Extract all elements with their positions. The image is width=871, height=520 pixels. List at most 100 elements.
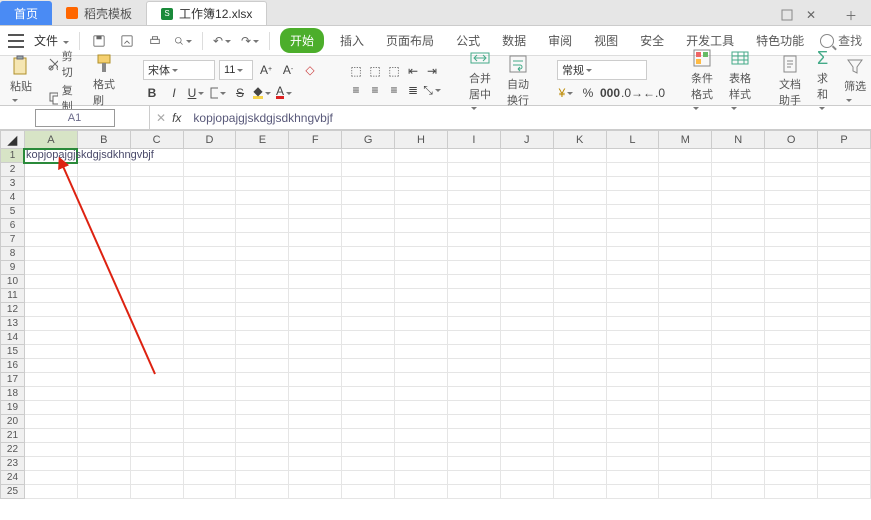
cell-H8[interactable]: [395, 247, 448, 261]
cell-I23[interactable]: [447, 457, 500, 471]
cell-D14[interactable]: [183, 331, 236, 345]
cell-F15[interactable]: [289, 345, 342, 359]
cell-C23[interactable]: [130, 457, 183, 471]
cell-I6[interactable]: [447, 219, 500, 233]
cell-J25[interactable]: [500, 485, 553, 499]
cell-K4[interactable]: [553, 191, 606, 205]
cell-O9[interactable]: [765, 261, 818, 275]
conditional-format-button[interactable]: 条件格式: [687, 47, 717, 114]
cell-K1[interactable]: [553, 149, 606, 163]
ribbon-tab-6[interactable]: 视图: [588, 28, 624, 53]
cell-P9[interactable]: [818, 261, 871, 275]
cell-P18[interactable]: [818, 387, 871, 401]
cell-O1[interactable]: [765, 149, 818, 163]
cell-L15[interactable]: [606, 345, 659, 359]
decrease-decimal-icon[interactable]: ←.0: [645, 84, 663, 102]
cell-A16[interactable]: [24, 359, 77, 373]
align-middle-icon[interactable]: ⬚: [366, 62, 384, 80]
fx-icon[interactable]: fx: [172, 111, 181, 125]
cell-N2[interactable]: [712, 163, 765, 177]
col-header-M[interactable]: M: [659, 131, 712, 149]
italic-button[interactable]: I: [165, 84, 183, 102]
name-box-input[interactable]: [35, 109, 115, 127]
cell-M4[interactable]: [659, 191, 712, 205]
cell-N6[interactable]: [712, 219, 765, 233]
save-as-icon[interactable]: [118, 32, 136, 50]
cell-L12[interactable]: [606, 303, 659, 317]
cell-E11[interactable]: [236, 289, 289, 303]
cell-E20[interactable]: [236, 415, 289, 429]
cell-A23[interactable]: [24, 457, 77, 471]
cell-G24[interactable]: [342, 471, 395, 485]
cell-C14[interactable]: [130, 331, 183, 345]
cell-L17[interactable]: [606, 373, 659, 387]
col-header-L[interactable]: L: [606, 131, 659, 149]
increase-decimal-icon[interactable]: .0→: [623, 84, 641, 102]
cell-I5[interactable]: [447, 205, 500, 219]
cell-E23[interactable]: [236, 457, 289, 471]
cell-M2[interactable]: [659, 163, 712, 177]
row-header-8[interactable]: 8: [1, 247, 25, 261]
cell-F2[interactable]: [289, 163, 342, 177]
cell-A7[interactable]: [24, 233, 77, 247]
cell-M18[interactable]: [659, 387, 712, 401]
cell-B15[interactable]: [77, 345, 130, 359]
cell-B9[interactable]: [77, 261, 130, 275]
tab-workbook[interactable]: S 工作簿12.xlsx: [146, 1, 267, 25]
cell-N1[interactable]: [712, 149, 765, 163]
cell-A10[interactable]: [24, 275, 77, 289]
cell-M11[interactable]: [659, 289, 712, 303]
cell-H21[interactable]: [395, 429, 448, 443]
cell-O4[interactable]: [765, 191, 818, 205]
cell-C6[interactable]: [130, 219, 183, 233]
cell-D18[interactable]: [183, 387, 236, 401]
cell-H5[interactable]: [395, 205, 448, 219]
cell-G18[interactable]: [342, 387, 395, 401]
cell-G2[interactable]: [342, 163, 395, 177]
filter-button[interactable]: 筛选: [840, 55, 870, 106]
cell-C3[interactable]: [130, 177, 183, 191]
cell-A9[interactable]: [24, 261, 77, 275]
col-header-K[interactable]: K: [553, 131, 606, 149]
cell-J5[interactable]: [500, 205, 553, 219]
cell-A3[interactable]: [24, 177, 77, 191]
cell-C22[interactable]: [130, 443, 183, 457]
cell-P6[interactable]: [818, 219, 871, 233]
cell-E22[interactable]: [236, 443, 289, 457]
cell-N5[interactable]: [712, 205, 765, 219]
cell-I22[interactable]: [447, 443, 500, 457]
cell-G10[interactable]: [342, 275, 395, 289]
cell-O18[interactable]: [765, 387, 818, 401]
cell-H11[interactable]: [395, 289, 448, 303]
cell-D21[interactable]: [183, 429, 236, 443]
undo-icon[interactable]: ↶: [213, 32, 231, 50]
cell-P10[interactable]: [818, 275, 871, 289]
cell-D19[interactable]: [183, 401, 236, 415]
cell-K17[interactable]: [553, 373, 606, 387]
cell-D17[interactable]: [183, 373, 236, 387]
cell-H2[interactable]: [395, 163, 448, 177]
cell-D2[interactable]: [183, 163, 236, 177]
cell-H12[interactable]: [395, 303, 448, 317]
cell-E15[interactable]: [236, 345, 289, 359]
ribbon-tab-5[interactable]: 审阅: [542, 28, 578, 53]
cell-I18[interactable]: [447, 387, 500, 401]
cell-B19[interactable]: [77, 401, 130, 415]
cell-E19[interactable]: [236, 401, 289, 415]
doc-helper-button[interactable]: 文档助手: [775, 53, 805, 108]
cell-F11[interactable]: [289, 289, 342, 303]
cell-E4[interactable]: [236, 191, 289, 205]
cell-O5[interactable]: [765, 205, 818, 219]
cell-D24[interactable]: [183, 471, 236, 485]
justify-icon[interactable]: ≣: [404, 81, 422, 99]
underline-button[interactable]: U: [187, 84, 205, 102]
cell-G7[interactable]: [342, 233, 395, 247]
cell-K5[interactable]: [553, 205, 606, 219]
cell-E1[interactable]: [236, 149, 289, 163]
col-header-H[interactable]: H: [395, 131, 448, 149]
cell-C25[interactable]: [130, 485, 183, 499]
cell-O23[interactable]: [765, 457, 818, 471]
cell-G25[interactable]: [342, 485, 395, 499]
cell-L1[interactable]: [606, 149, 659, 163]
redo-icon[interactable]: ↷: [241, 32, 259, 50]
